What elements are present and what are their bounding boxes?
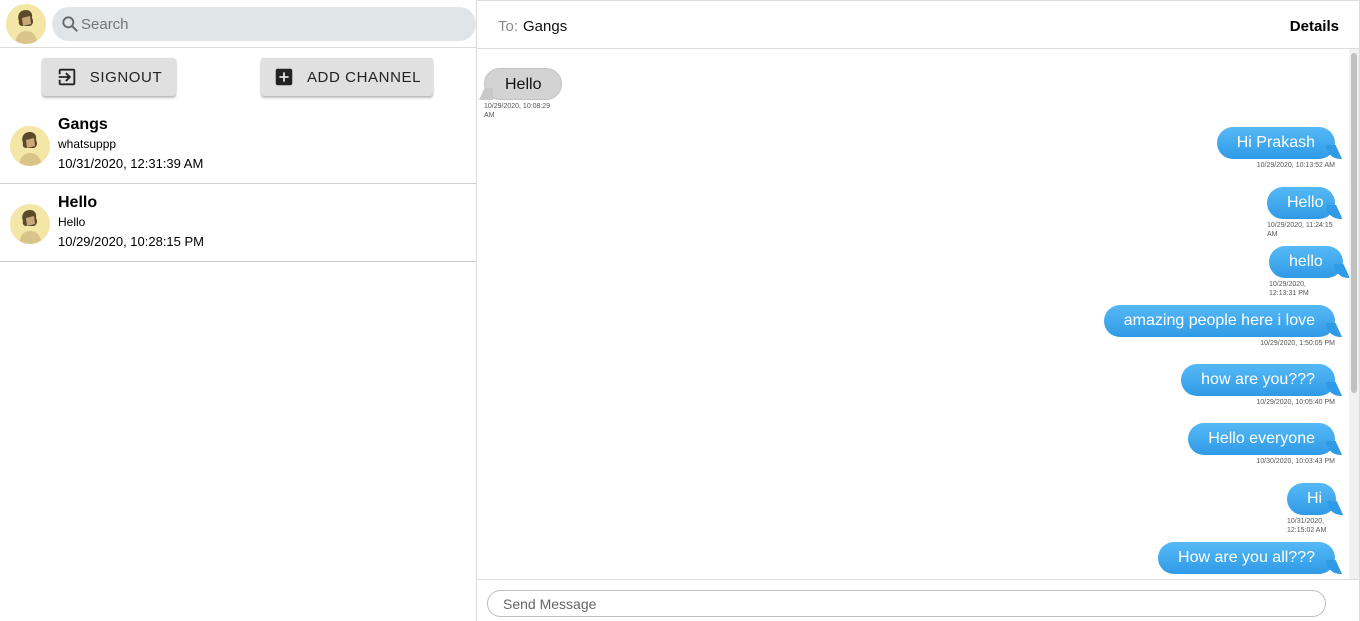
message-bubble: how are you??? — [1181, 364, 1335, 396]
details-button[interactable]: Details — [1290, 18, 1339, 35]
message-bubble: Hi Prakash — [1216, 127, 1335, 159]
conversation-last-message: Hello — [58, 215, 86, 229]
avatar-image — [6, 4, 46, 44]
message-timestamp: 10/31/2020, 12:15:02 AM — [1287, 518, 1327, 534]
conversation-timestamp: 10/29/2020, 10:28:15 PM — [58, 234, 205, 249]
message-outgoing: hello 10/29/2020, 12:13:31 PM — [1269, 246, 1343, 298]
message-bubble: hello — [1269, 246, 1343, 278]
chat-panel: To: Gangs Details Hello 10/29/2020, 10:0… — [477, 0, 1360, 621]
avatar-image — [10, 204, 50, 244]
message-outgoing: Hello 10/29/2020, 11:24:15 AM — [1267, 187, 1336, 239]
message-outgoing: Hi 10/31/2020, 12:15:02 AM — [1287, 483, 1337, 535]
signout-label: SIGNOUT — [89, 68, 163, 86]
message-timestamp: 10/30/2020, 10:03:43 PM — [1256, 458, 1335, 465]
conversation-item[interactable]: Gangs whatsuppp 10/31/2020, 12:31:39 AM — [0, 106, 476, 184]
conversation-timestamp: 10/31/2020, 12:31:39 AM — [58, 156, 204, 171]
message-timestamp: 10/29/2020, 10:08:29 AM — [484, 103, 551, 119]
search-bar[interactable] — [52, 7, 476, 41]
message-bubble: amazing people here i love — [1103, 305, 1335, 337]
conversation-last-message: whatsuppp — [58, 137, 117, 151]
conversation-item[interactable]: Hello Hello 10/29/2020, 10:28:15 PM — [0, 184, 476, 262]
chat-header: To: Gangs Details — [477, 1, 1359, 49]
message-timestamp: 10/29/2020, 10:05:40 PM — [1256, 399, 1335, 406]
recipient-name: Gangs — [523, 18, 568, 35]
message-outgoing: how are you??? 10/29/2020, 10:05:40 PM — [1181, 364, 1335, 407]
message-list[interactable]: Hello 10/29/2020, 10:08:29 AM Hi Prakash… — [477, 49, 1359, 579]
message-incoming: Hello 10/29/2020, 10:08:29 AM — [484, 68, 563, 120]
message-input[interactable] — [487, 590, 1326, 617]
sidebar-header — [0, 0, 476, 48]
conversation-name: Hello — [58, 194, 98, 211]
message-bubble: Hi — [1287, 483, 1337, 515]
add-channel-label: ADD CHANNEL — [306, 68, 422, 86]
signout-button[interactable]: SIGNOUT — [42, 58, 176, 96]
message-bubble: How are you all??? — [1158, 542, 1335, 574]
sidebar: SIGNOUT ADD CHANNEL Gangs whatsuppp 10/3… — [0, 0, 477, 621]
message-timestamp: 10/29/2020, 1:50:05 PM — [1260, 340, 1335, 347]
message-scrollbar[interactable] — [1349, 49, 1359, 579]
to-label: To: — [498, 18, 519, 35]
message-timestamp: 10/29/2020, 10:13:52 AM — [1256, 162, 1335, 169]
message-timestamp: 10/29/2020, 12:13:31 PM — [1269, 281, 1309, 297]
message-bubble: Hello everyone — [1188, 423, 1335, 455]
add-channel-button[interactable]: ADD CHANNEL — [261, 58, 433, 96]
user-avatar[interactable] — [6, 4, 46, 44]
add-box-icon — [275, 68, 293, 86]
avatar-image — [10, 126, 50, 166]
message-outgoing: Hello everyone 10/30/2020, 10:03:43 PM — [1188, 423, 1335, 466]
exit-to-app-icon — [58, 68, 75, 86]
composer — [477, 579, 1359, 621]
search-icon — [62, 16, 78, 32]
message-outgoing: amazing people here i love 10/29/2020, 1… — [1103, 305, 1335, 348]
message-outgoing: How are you all??? — [1158, 542, 1335, 574]
message-timestamp: 10/29/2020, 11:24:15 AM — [1267, 222, 1333, 238]
conversation-avatar — [10, 126, 50, 166]
message-outgoing: Hi Prakash 10/29/2020, 10:13:52 AM — [1216, 127, 1335, 170]
conversation-avatar — [10, 204, 50, 244]
message-bubble: Hello — [1267, 187, 1336, 219]
scrollbar-thumb[interactable] — [1351, 53, 1357, 393]
message-bubble: Hello — [484, 68, 563, 100]
search-input[interactable] — [81, 7, 461, 41]
conversation-name: Gangs — [58, 116, 108, 133]
